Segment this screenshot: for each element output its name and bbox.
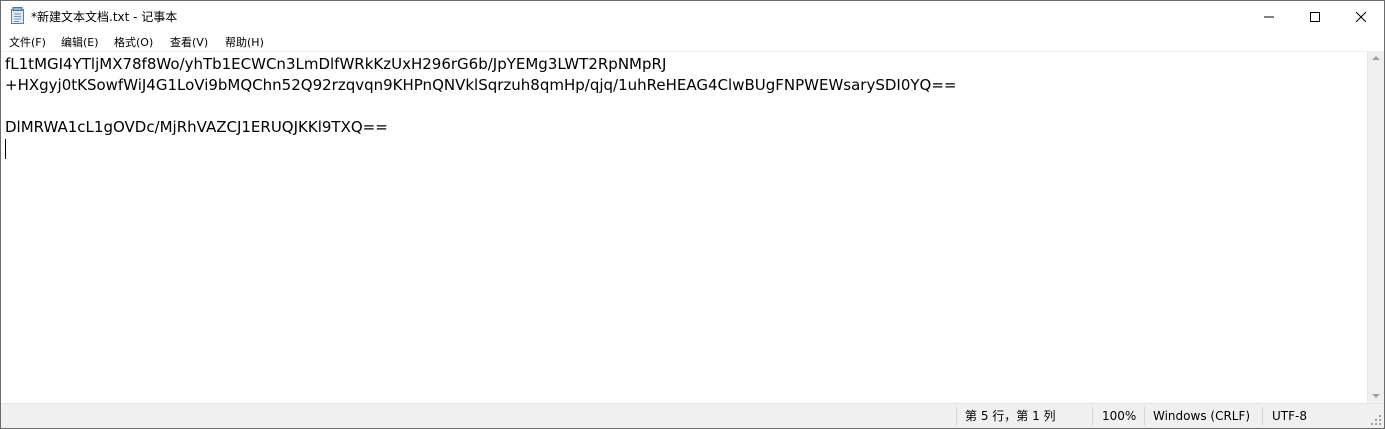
status-divider [1144,407,1145,425]
menu-view[interactable]: 查看(V) [170,34,208,50]
menu-edit[interactable]: 编辑(E) [61,34,99,50]
text-editor[interactable]: fL1tMGI4YTljMX78f8Wo/yhTb1ECWCn3LmDlfWRk… [1,51,1367,403]
vertical-scrollbar[interactable] [1367,51,1384,403]
close-icon [1355,7,1367,26]
notepad-icon [10,7,26,25]
menu-file[interactable]: 文件(F) [9,34,46,50]
scroll-down-icon[interactable] [1372,394,1380,398]
encoding: UTF-8 [1272,409,1307,423]
status-bar: 第 5 行，第 1 列 100% Windows (CRLF) UTF-8 [1,403,1384,428]
status-divider [956,407,957,425]
menu-format[interactable]: 格式(O) [114,34,153,50]
close-button[interactable] [1338,1,1384,31]
text-line: DlMRWA1cL1gOVDc/MjRhVAZCJ1ERUQJKKl9TXQ== [5,118,388,136]
status-divider [1262,407,1263,425]
text-line [5,96,1367,117]
line-ending: Windows (CRLF) [1153,409,1251,423]
text-line: +HXgyj0tKSowfWiJ4G1LoVi9bMQChn52Q92rzqvq… [5,76,957,94]
cursor-position: 第 5 行，第 1 列 [965,409,1056,423]
minimize-button[interactable] [1246,1,1292,31]
minimize-icon [1264,7,1274,26]
zoom-level: 100% [1102,409,1137,423]
title-bar[interactable]: *新建文本文档.txt - 记事本 [1,1,1384,31]
text-line-current [5,138,1367,159]
maximize-button[interactable] [1292,1,1338,31]
maximize-icon [1310,7,1320,26]
window-title: *新建文本文档.txt - 记事本 [31,10,178,24]
resize-grip-icon[interactable] [1370,414,1382,426]
menu-help[interactable]: 帮助(H) [225,34,264,50]
scroll-up-icon[interactable] [1372,56,1380,60]
status-divider [1092,407,1093,425]
notepad-window: *新建文本文档.txt - 记事本 文件(F) 编辑(E) 格式(O) 查看(V… [0,0,1385,429]
text-caret [5,139,6,159]
menu-bar: 文件(F) 编辑(E) 格式(O) 查看(V) 帮助(H) [1,31,1384,51]
text-line: fL1tMGI4YTljMX78f8Wo/yhTb1ECWCn3LmDlfWRk… [5,55,667,73]
